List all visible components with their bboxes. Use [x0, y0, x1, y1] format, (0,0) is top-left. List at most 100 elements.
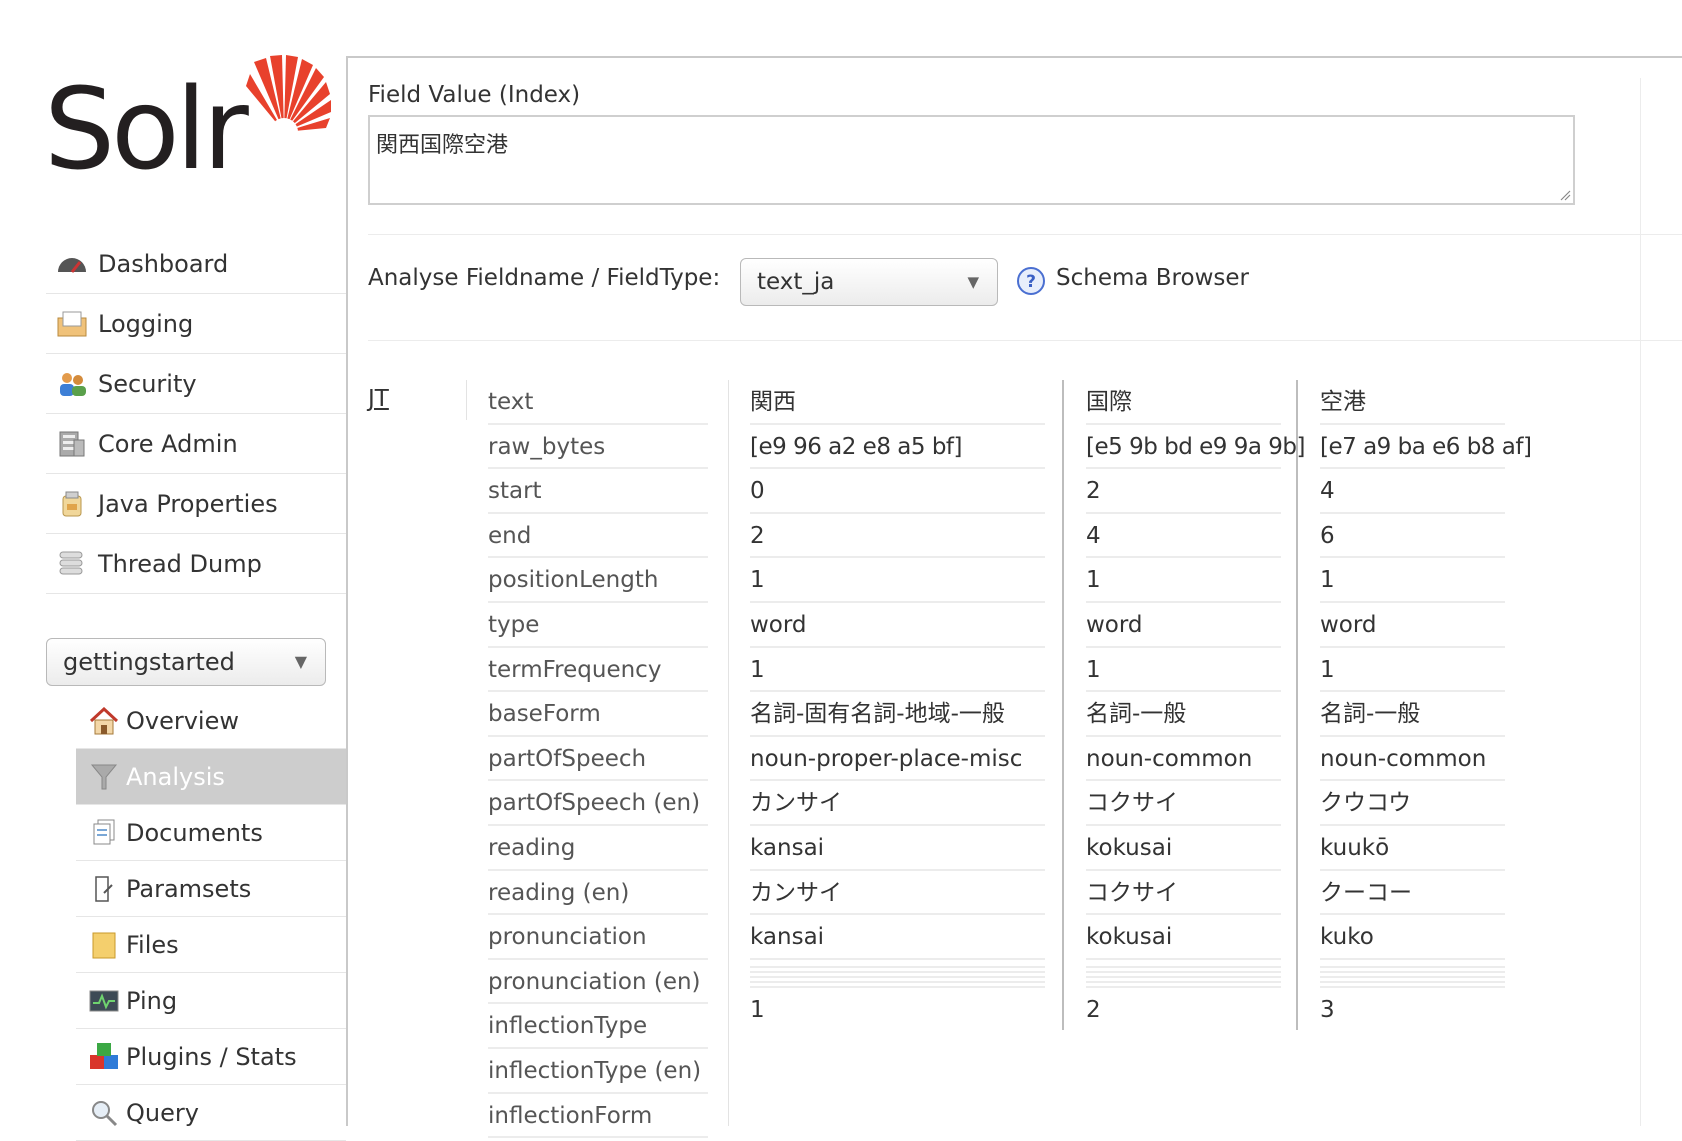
token-term-frequency: 1: [1086, 648, 1281, 693]
analyzer-abbrev[interactable]: JT: [368, 386, 389, 412]
property-name: reading (en): [488, 871, 708, 916]
token-position: 3: [1320, 996, 1335, 1023]
token-reading-en: カンサイ: [750, 871, 1045, 916]
nav-label: Security: [98, 369, 197, 398]
nav-item-security[interactable]: Security: [46, 354, 346, 414]
fieldtype-select[interactable]: text_ja ▼: [740, 258, 998, 306]
field-value-textarea[interactable]: 関西国際空港: [368, 115, 1575, 205]
property-name: termFrequency: [488, 648, 708, 693]
query-icon: [88, 1099, 120, 1127]
schema-browser-link[interactable]: Schema Browser: [1056, 265, 1249, 291]
core-nav-item-overview[interactable]: Overview: [76, 693, 346, 749]
token-start: 0: [750, 469, 1045, 514]
field-value-text: 関西国際空港: [376, 133, 509, 158]
core-nav-item-query[interactable]: Query: [76, 1085, 346, 1141]
property-name: partOfSpeech: [488, 737, 708, 782]
core-nav-item-paramsets[interactable]: Paramsets: [76, 861, 346, 917]
documents-icon: [88, 819, 120, 847]
property-name: partOfSpeech (en): [488, 781, 708, 826]
token-term-frequency: 1: [1320, 648, 1505, 693]
token-base-form: 名詞-固有名詞-地域-一般: [750, 692, 1045, 737]
nav-label: Core Admin: [98, 429, 238, 458]
sidebar: Solr Dashboard Logging Security Core Adm…: [0, 0, 346, 1141]
token-type: word: [1086, 603, 1281, 648]
nav-label: Logging: [98, 309, 194, 338]
token-raw-bytes: [e9 96 a2 e8 a5 bf]: [750, 425, 1045, 470]
token-end: 4: [1086, 514, 1281, 559]
nav-label: Paramsets: [126, 874, 252, 903]
core-nav-item-analysis[interactable]: Analysis: [76, 749, 346, 805]
token-position: 1: [750, 996, 765, 1023]
thread-dump-icon: [56, 550, 88, 578]
overview-icon: [88, 706, 120, 735]
property-name: positionLength: [488, 558, 708, 603]
property-name: inflectionType (en): [488, 1049, 708, 1094]
nav-item-thread-dump[interactable]: Thread Dump: [46, 534, 346, 594]
divider: [1062, 380, 1064, 1030]
nav-label: Analysis: [126, 762, 225, 791]
solr-sun-icon: [246, 55, 331, 142]
token-position: 2: [1086, 996, 1101, 1023]
property-name: text: [488, 380, 708, 425]
solr-logo[interactable]: Solr: [44, 52, 331, 194]
nav-label: Plugins / Stats: [126, 1042, 297, 1071]
core-nav-item-documents[interactable]: Documents: [76, 805, 346, 861]
files-icon: [88, 931, 120, 959]
property-name: inflectionForm: [488, 1094, 708, 1139]
nav-item-core-admin[interactable]: Core Admin: [46, 414, 346, 474]
property-name: pronunciation (en): [488, 960, 708, 1005]
property-name: inflectionType: [488, 1004, 708, 1049]
core-admin-icon: [56, 430, 88, 458]
fieldtype-value: text_ja: [757, 269, 835, 295]
nav-item-dashboard[interactable]: Dashboard: [46, 234, 346, 294]
nav-item-logging[interactable]: Logging: [46, 294, 346, 354]
property-name: pronunciation: [488, 915, 708, 960]
security-icon: [56, 370, 88, 398]
nav-label: Java Properties: [98, 489, 278, 518]
token-column: 関西 [e9 96 a2 e8 a5 bf] 0 2 1 word 1 名詞-固…: [750, 380, 1045, 1034]
core-selector-value: gettingstarted: [63, 648, 235, 676]
token-column: 空港 [e7 a9 ba e6 b8 af] 4 6 1 word 1 名詞-一…: [1320, 380, 1532, 1034]
token-reading: kuukō: [1320, 826, 1505, 871]
token-property-names: text raw_bytes start end positionLength …: [488, 380, 708, 1139]
property-name: raw_bytes: [488, 425, 708, 470]
resize-grip-icon[interactable]: [1559, 189, 1571, 201]
help-icon[interactable]: ?: [1016, 266, 1046, 296]
logging-icon: [56, 310, 88, 338]
token-part-of-speech-en: コクサイ: [1086, 781, 1281, 826]
token-pronunciation: kansai: [750, 915, 1045, 960]
token-term-frequency: 1: [750, 648, 1045, 693]
token-separator: [750, 965, 1045, 990]
nav-label: Dashboard: [98, 249, 229, 278]
token-pronunciation: kokusai: [1086, 915, 1281, 960]
token-base-form: 名詞-一般: [1320, 692, 1505, 737]
divider: [1640, 78, 1641, 1126]
svg-text:?: ?: [1026, 272, 1036, 292]
token-reading-en: クーコー: [1320, 871, 1505, 916]
token-text: 空港: [1320, 380, 1505, 425]
token-part-of-speech-en: クウコウ: [1320, 781, 1505, 826]
core-nav-item-ping[interactable]: Ping: [76, 973, 346, 1029]
plugins-icon: [88, 1042, 120, 1071]
token-raw-bytes: [e5 9b bd e9 9a 9b]: [1086, 425, 1305, 470]
divider: [368, 340, 1682, 341]
core-nav-item-files[interactable]: Files: [76, 917, 346, 973]
property-name: start: [488, 469, 708, 514]
chevron-down-icon: ▼: [294, 652, 307, 671]
token-part-of-speech-en: カンサイ: [750, 781, 1045, 826]
token-base-form: 名詞-一般: [1086, 692, 1281, 737]
core-nav-item-plugins-stats[interactable]: Plugins / Stats: [76, 1029, 346, 1085]
token-pronunciation: kuko: [1320, 915, 1505, 960]
nav-item-java-properties[interactable]: Java Properties: [46, 474, 346, 534]
token-type: word: [750, 603, 1045, 648]
divider: [466, 380, 467, 420]
nav-label: Thread Dump: [98, 549, 262, 578]
dashboard-icon: [56, 250, 88, 278]
chevron-down-icon: ▼: [967, 273, 979, 291]
token-reading: kokusai: [1086, 826, 1281, 871]
core-selector[interactable]: gettingstarted ▼: [46, 638, 326, 686]
nav-label: Overview: [126, 706, 239, 735]
token-start: 2: [1086, 469, 1281, 514]
token-position-length: 1: [1086, 558, 1281, 603]
nav-label: Files: [126, 930, 179, 959]
